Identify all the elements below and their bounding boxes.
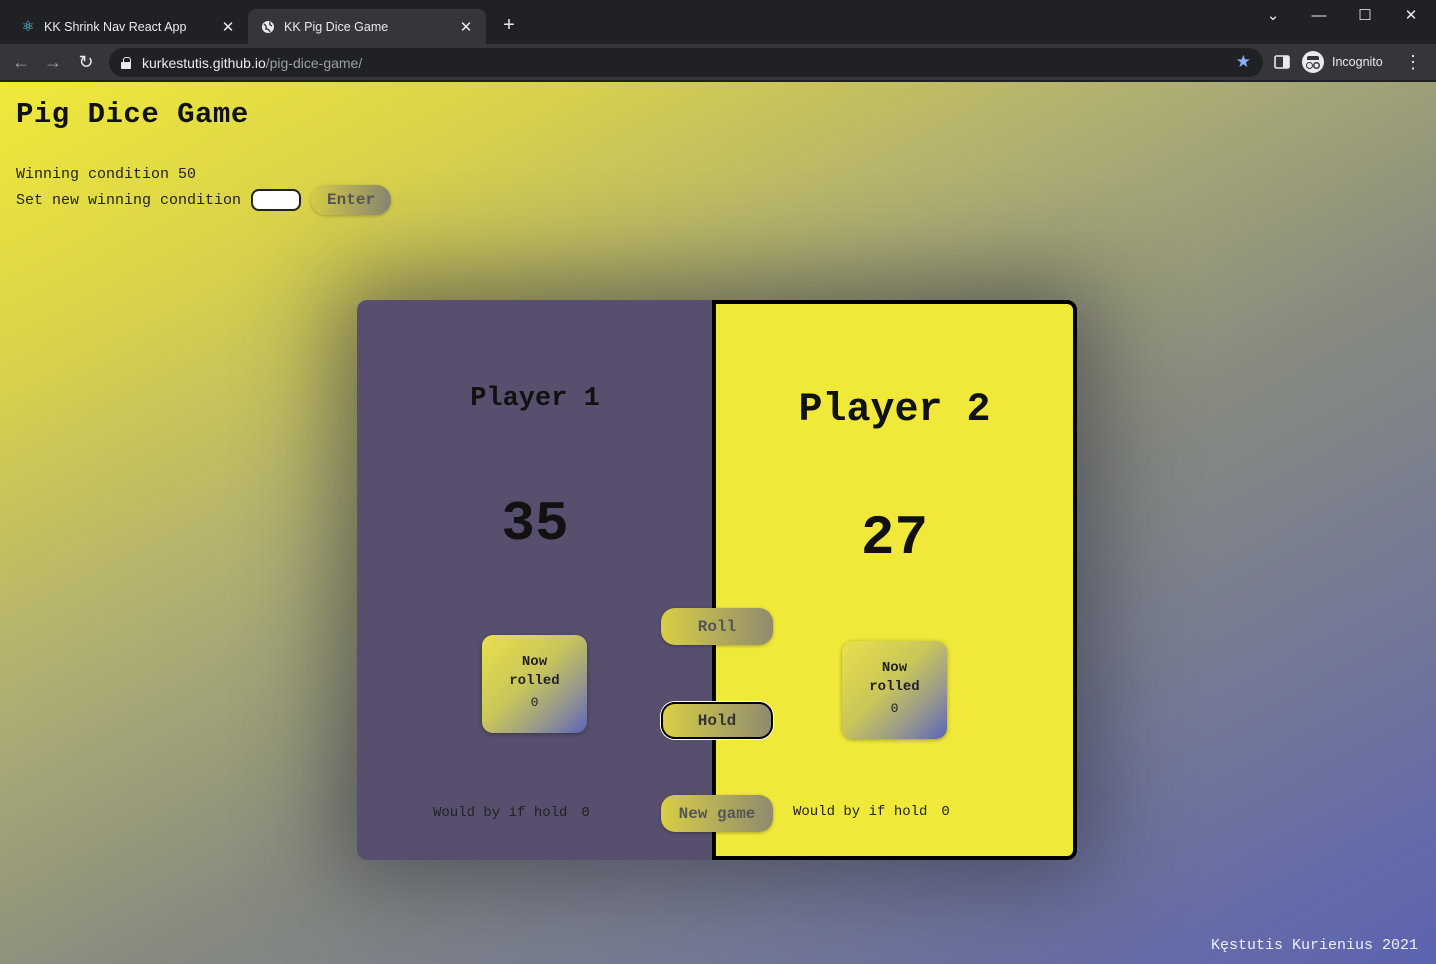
close-tab-icon[interactable]: ✕: [220, 18, 236, 36]
player-1-rolled-box: Now rolled 0: [482, 635, 587, 733]
winning-label: Winning condition: [16, 166, 170, 183]
enter-button[interactable]: Enter: [311, 185, 392, 215]
new-game-button[interactable]: New game: [661, 795, 773, 832]
rolled-label: Now rolled: [509, 654, 560, 689]
player-2-score: 27: [860, 506, 929, 570]
side-panel-icon[interactable]: [1273, 53, 1291, 71]
tab-search-icon[interactable]: ⌄: [1258, 4, 1288, 28]
maximize-button[interactable]: ☐: [1350, 4, 1380, 28]
footer-credit: Kęstutis Kurienius 2021: [1210, 937, 1418, 954]
winning-condition: Winning condition 50: [16, 166, 196, 183]
player-1-panel: Player 1 35 Now rolled 0 Would by if hol…: [357, 300, 713, 860]
player-2-panel: Player 2 27: [712, 300, 1077, 860]
hold-preview-value: 0: [581, 805, 590, 821]
player-2-hold-preview: Would by if hold 0: [793, 804, 950, 820]
browser-toolbar: ← → ↻ kurkestutis.github.io/pig-dice-gam…: [0, 44, 1436, 81]
url-text: kurkestutis.github.io/pig-dice-game/: [142, 54, 363, 71]
rolled-value: 0: [530, 695, 539, 710]
menu-kebab-icon[interactable]: ⋮: [1404, 50, 1422, 74]
rolled-value: 0: [890, 701, 899, 716]
player-1-hold-preview: Would by if hold 0: [433, 805, 590, 821]
incognito-indicator[interactable]: Incognito: [1302, 50, 1383, 74]
minimize-button[interactable]: —: [1304, 4, 1334, 28]
player-1-score: 35: [501, 492, 569, 556]
browser-tab-bar: ⚛ KK Shrink Nav React App ✕ KK Pig Dice …: [0, 0, 1436, 44]
page-viewport: Pig Dice Game Winning condition 50 Set n…: [0, 82, 1436, 964]
incognito-icon: [1302, 51, 1324, 73]
set-winning-label: Set new winning condition: [16, 191, 242, 209]
bookmark-star-icon[interactable]: ★: [1236, 52, 1251, 72]
winning-value: 50: [178, 166, 197, 183]
incognito-label: Incognito: [1332, 55, 1383, 69]
rolled-label: Now rolled: [869, 660, 920, 695]
back-icon[interactable]: ←: [9, 50, 33, 74]
browser-tab[interactable]: ⚛ KK Shrink Nav React App ✕: [8, 9, 248, 44]
hold-preview-label: Would by if hold: [793, 804, 928, 820]
page-title: Pig Dice Game: [16, 98, 249, 131]
close-window-button[interactable]: ✕: [1396, 4, 1426, 28]
forward-icon[interactable]: →: [41, 50, 65, 74]
game-board: Player 1 35 Now rolled 0 Would by if hol…: [357, 300, 1077, 860]
player-1-name: Player 1: [470, 384, 600, 414]
new-tab-button[interactable]: +: [498, 14, 520, 36]
address-bar[interactable]: kurkestutis.github.io/pig-dice-game/ ★: [109, 48, 1263, 77]
hold-preview-label: Would by if hold: [433, 805, 568, 821]
hold-button[interactable]: Hold: [661, 702, 773, 739]
hold-preview-value: 0: [941, 804, 950, 820]
tab-title: KK Shrink Nav React App: [44, 19, 187, 34]
player-2-rolled-box: Now rolled 0: [842, 641, 947, 739]
roll-button[interactable]: Roll: [661, 608, 773, 645]
set-winning-row: Set new winning condition Enter: [16, 185, 392, 215]
tab-title: KK Pig Dice Game: [284, 19, 389, 34]
globe-icon: [260, 19, 276, 35]
reload-icon[interactable]: ↻: [74, 50, 98, 74]
player-2-name: Player 2: [798, 388, 991, 433]
close-tab-icon[interactable]: ✕: [458, 18, 474, 36]
lock-icon: [121, 56, 131, 69]
react-icon: ⚛: [21, 18, 35, 34]
browser-tab-active[interactable]: KK Pig Dice Game ✕: [248, 9, 486, 44]
winning-condition-input[interactable]: [251, 189, 302, 211]
